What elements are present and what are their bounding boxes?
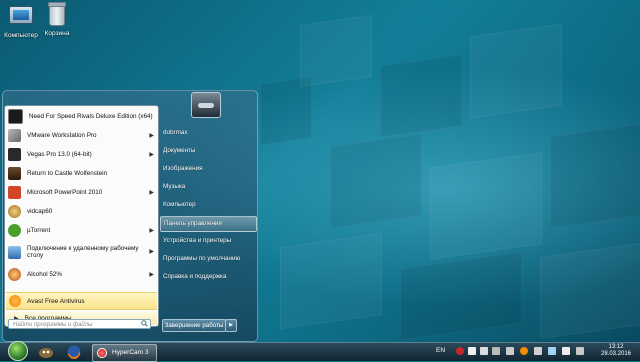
camera-icon[interactable] (492, 347, 500, 355)
nfs-icon (8, 109, 23, 124)
avast-icon (9, 295, 21, 307)
network-icon[interactable] (534, 347, 542, 355)
clock[interactable]: 13:12 28.03.2016 (596, 344, 636, 358)
search-input[interactable]: Найти программы и файлы (8, 319, 151, 329)
search-icon[interactable] (141, 320, 148, 327)
vmware-icon (8, 129, 21, 142)
wallpaper-tile (400, 251, 522, 341)
program-label: Avast Free Antivirus (27, 297, 85, 305)
wallpaper-tile (280, 232, 382, 330)
wallpaper-tile (330, 133, 422, 229)
user-avatar[interactable] (191, 92, 221, 118)
wallpaper-tile (260, 76, 312, 146)
place-user[interactable]: dobrmax (160, 126, 255, 140)
program-item[interactable]: Vegas Pro 13.0 (64-bit) ▶ (8, 146, 158, 163)
shutdown-button[interactable]: Завершение работы (162, 319, 226, 332)
program-item-avast[interactable]: Avast Free Antivirus (6, 292, 157, 310)
place-computer[interactable]: Компьютер (160, 198, 255, 212)
desktop-icon-recycle-bin[interactable]: Корзина (36, 2, 78, 37)
system-tray (450, 346, 590, 358)
vegas-icon (8, 148, 21, 161)
submenu-arrow-icon: ▶ (149, 133, 154, 139)
place-devices-printers[interactable]: Устройства и принтеры (160, 234, 255, 248)
start-button[interactable] (8, 341, 28, 361)
desktop-icon-label: Корзина (44, 30, 70, 37)
language-indicator[interactable]: EN (436, 347, 445, 354)
program-item[interactable]: Need For Speed Rivals Deluxe Edition (x6… (8, 108, 158, 125)
taskbar: HyperCam 3 EN 13:12 28.03.2016 (0, 341, 640, 362)
program-label: VMware Workstation Pro (27, 132, 97, 139)
utorrent-icon (8, 224, 21, 237)
recycle-bin-icon (45, 2, 69, 28)
program-item[interactable]: Подключение к удаленному рабочему столу … (8, 240, 158, 264)
wolfenstein-icon (8, 167, 21, 180)
stop-icon[interactable] (480, 347, 488, 355)
volume-icon[interactable] (548, 347, 556, 355)
wallpaper-tile (380, 54, 462, 138)
place-control-panel[interactable]: Панель управления (160, 216, 257, 232)
taskbar-button-label: HyperCam 3 (112, 349, 149, 356)
wallpaper-tile (430, 152, 542, 260)
program-label: Alcohol 52% (27, 271, 63, 278)
record-icon[interactable] (456, 347, 464, 355)
program-item[interactable]: Return to Castle Wolfenstein (8, 165, 158, 182)
computer-icon (9, 6, 33, 30)
shutdown-options-arrow-icon[interactable]: ▶ (225, 319, 237, 332)
show-hidden-icon[interactable] (576, 347, 584, 355)
places-pane: dobrmax Документы Изображения Музыка Ком… (159, 90, 257, 335)
place-default-programs[interactable]: Программы по умолчанию (160, 252, 255, 266)
pause-icon[interactable] (468, 347, 476, 355)
wallpaper-tile (470, 23, 562, 119)
program-label: Vegas Pro 13.0 (64-bit) (27, 151, 92, 158)
wallpaper-tile (540, 242, 640, 340)
submenu-arrow-icon: ▶ (149, 272, 154, 278)
remote-desktop-icon (8, 245, 21, 259)
program-label: vidcap60 (27, 208, 53, 215)
firefox-icon[interactable] (64, 344, 84, 360)
program-label: Подключение к удаленному рабочему столу (27, 245, 139, 259)
program-label: Microsoft PowerPoint 2010 (27, 189, 103, 196)
clock-date: 28.03.2016 (600, 351, 632, 357)
wallpaper-tile (550, 123, 640, 229)
clock-time: 13:12 (608, 344, 624, 350)
powerpoint-icon (8, 186, 21, 199)
program-list: Need For Speed Rivals Deluxe Edition (x6… (4, 105, 159, 327)
flag-icon[interactable] (562, 347, 570, 355)
program-label: Return to Castle Wolfenstein (27, 170, 108, 177)
gimp-icon[interactable] (36, 344, 56, 360)
program-label: µTorrent (27, 227, 51, 234)
tray-icon[interactable] (506, 347, 514, 355)
place-help-support[interactable]: Справка и поддержка (160, 270, 255, 284)
opera-icon (97, 348, 107, 358)
submenu-arrow-icon: ▶ (149, 228, 154, 234)
avast-tray-icon[interactable] (520, 347, 528, 355)
place-documents[interactable]: Документы (160, 144, 255, 158)
place-pictures[interactable]: Изображения (160, 162, 255, 176)
program-item[interactable]: vidcap60 (8, 203, 158, 220)
program-item[interactable]: VMware Workstation Pro ▶ (8, 127, 158, 144)
place-music[interactable]: Музыка (160, 180, 255, 194)
start-menu: Need For Speed Rivals Deluxe Edition (x6… (2, 90, 258, 342)
alcohol-icon (8, 268, 21, 281)
vidcap-icon (8, 205, 21, 218)
taskbar-button-hypercam[interactable]: HyperCam 3 (92, 344, 157, 362)
program-label: Need For Speed Rivals Deluxe Edition (x6… (29, 113, 153, 120)
program-item[interactable]: Alcohol 52% ▶ (8, 266, 158, 283)
submenu-arrow-icon: ▶ (149, 190, 154, 196)
submenu-arrow-icon: ▶ (149, 249, 154, 255)
submenu-arrow-icon: ▶ (149, 152, 154, 158)
program-item[interactable]: Microsoft PowerPoint 2010 ▶ (8, 184, 158, 201)
program-item[interactable]: µTorrent ▶ (8, 222, 158, 239)
